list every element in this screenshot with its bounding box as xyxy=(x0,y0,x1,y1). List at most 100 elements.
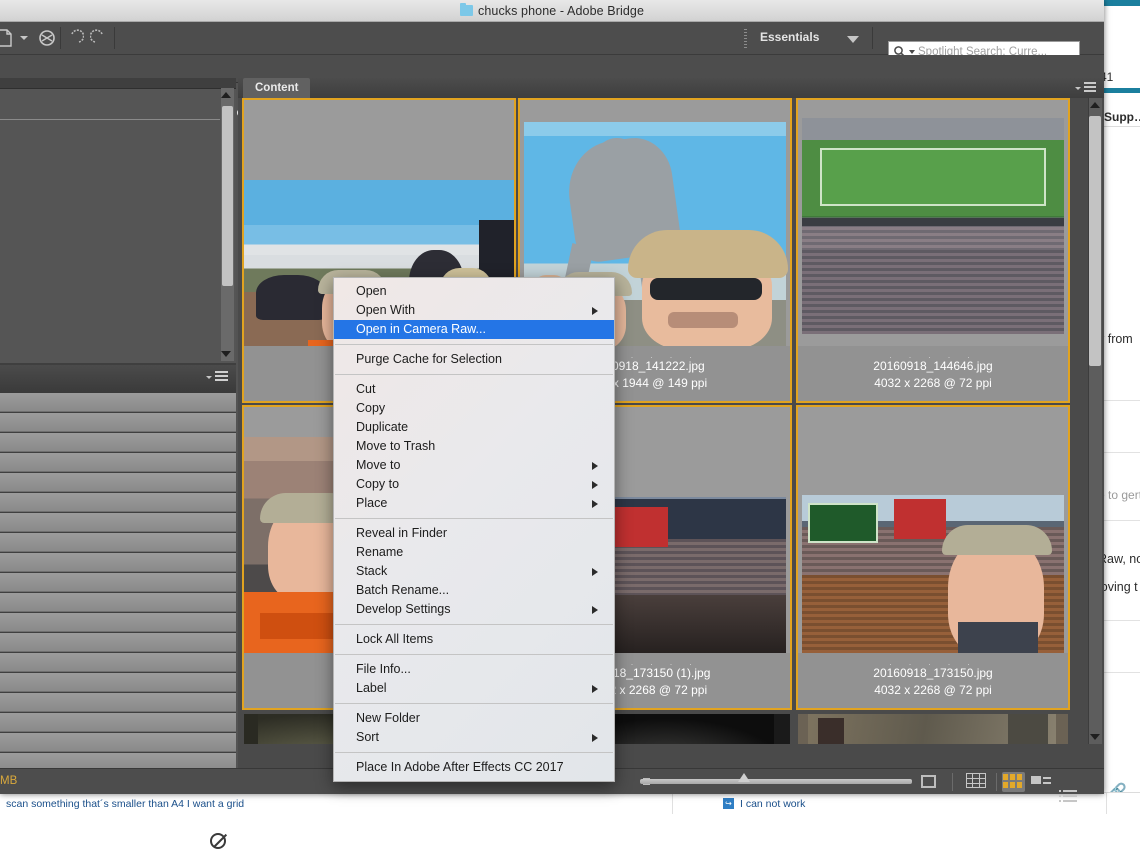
thumbnail-cell[interactable]: · · · · · 20160918_173150.jpg 4032 x 226… xyxy=(796,405,1070,710)
new-document-caret-icon[interactable] xyxy=(20,36,28,40)
submenu-arrow-icon xyxy=(592,307,598,315)
scroll-down-arrow-icon[interactable] xyxy=(1089,731,1100,743)
menu-item-label: Cut xyxy=(356,382,375,396)
menu-item-move-to-trash[interactable]: Move to Trash xyxy=(334,437,614,456)
menu-item-label: Rename xyxy=(356,545,403,559)
menu-item-label[interactable]: Label xyxy=(334,679,614,698)
menu-item-new-folder[interactable]: New Folder xyxy=(334,709,614,728)
thumbnail-image xyxy=(798,407,1068,657)
metadata-row[interactable] xyxy=(0,473,236,492)
tab-content[interactable]: Content xyxy=(243,78,310,98)
menu-item-label: Open in Camera Raw... xyxy=(356,322,486,336)
submenu-arrow-icon xyxy=(592,568,598,576)
panel-menu-icon[interactable] xyxy=(1075,82,1096,94)
submenu-arrow-icon xyxy=(592,606,598,614)
scroll-up-arrow-icon[interactable] xyxy=(220,89,231,101)
details-view-icon[interactable] xyxy=(1031,774,1051,788)
metadata-row[interactable] xyxy=(0,653,236,672)
menu-item-reveal-in-finder[interactable]: Reveal in Finder xyxy=(334,524,614,543)
menu-item-place-in-adobe-after-effects-cc-2017[interactable]: Place In Adobe After Effects CC 2017 xyxy=(334,758,614,777)
menu-item-stack[interactable]: Stack xyxy=(334,562,614,581)
menu-item-label: Move to xyxy=(356,458,400,472)
menu-separator xyxy=(335,703,613,704)
panel-separator-line xyxy=(0,119,220,120)
menu-item-label: Copy xyxy=(356,401,385,415)
zoom-slider-handle[interactable] xyxy=(738,773,751,787)
metadata-row[interactable] xyxy=(0,493,236,512)
workspace-gripper[interactable] xyxy=(744,29,747,48)
metadata-row[interactable] xyxy=(0,733,236,752)
scroll-down-arrow-icon[interactable] xyxy=(220,348,231,360)
content-tabstrip: Content xyxy=(238,78,1104,98)
menu-item-move-to[interactable]: Move to xyxy=(334,456,614,475)
toolbar-divider-2 xyxy=(114,27,115,49)
metadata-row[interactable] xyxy=(0,613,236,632)
menu-item-label: Batch Rename... xyxy=(356,583,449,597)
menu-item-batch-rename[interactable]: Batch Rename... xyxy=(334,581,614,600)
menu-item-open-with[interactable]: Open With xyxy=(334,301,614,320)
undo-icon[interactable] xyxy=(66,29,84,52)
forum-link-1[interactable]: I can not work xyxy=(740,798,805,810)
window-title: chucks phone - Adobe Bridge xyxy=(478,4,644,18)
menu-item-place[interactable]: Place xyxy=(334,494,614,513)
panel-menu-icon[interactable] xyxy=(206,371,228,383)
menu-item-duplicate[interactable]: Duplicate xyxy=(334,418,614,437)
menu-separator xyxy=(335,374,613,375)
thumbnail-cell[interactable] xyxy=(796,712,1070,744)
grid-view-icon[interactable] xyxy=(966,773,988,791)
menu-item-label: New Folder xyxy=(356,711,420,725)
rating-dots[interactable]: · · · · · xyxy=(798,349,1068,366)
chevron-down-icon[interactable] xyxy=(847,36,859,43)
menu-item-label: Purge Cache for Selection xyxy=(356,352,502,366)
search-scope-caret-icon[interactable] xyxy=(909,50,915,54)
menu-item-open-in-camera-raw[interactable]: Open in Camera Raw... xyxy=(334,320,614,339)
redo-icon[interactable] xyxy=(90,29,108,52)
metadata-row[interactable] xyxy=(0,573,236,592)
menu-item-cut[interactable]: Cut xyxy=(334,380,614,399)
rating-dots[interactable]: · · · · · xyxy=(798,656,1068,673)
context-menu[interactable]: Open Open With Open in Camera Raw... Purge … xyxy=(333,277,615,782)
metadata-row[interactable] xyxy=(0,713,236,732)
favorites-folders-panel[interactable] xyxy=(0,88,236,363)
left-panel-scroll-thumb[interactable] xyxy=(222,106,233,286)
menu-item-copy[interactable]: Copy xyxy=(334,399,614,418)
status-size-label: MB xyxy=(0,775,17,787)
menu-item-develop-settings[interactable]: Develop Settings xyxy=(334,600,614,619)
menu-item-copy-to[interactable]: Copy to xyxy=(334,475,614,494)
refresh-icon[interactable] xyxy=(38,29,56,52)
thumbnail-cell[interactable]: · · · · · 20160918_144646.jpg 4032 x 226… xyxy=(796,98,1070,403)
menu-item-lock-all-items[interactable]: Lock All Items xyxy=(334,630,614,649)
thumbnail-view-icon[interactable] xyxy=(1002,772,1025,792)
metadata-row[interactable] xyxy=(0,633,236,652)
metadata-row[interactable] xyxy=(0,553,236,572)
thumbnail-dimensions: 4032 x 2268 @ 72 ppi xyxy=(798,375,1068,392)
menu-item-purge-cache-for-selection[interactable]: Purge Cache for Selection xyxy=(334,350,614,369)
metadata-row[interactable] xyxy=(0,693,236,712)
content-scroll-thumb[interactable] xyxy=(1089,116,1101,366)
left-panel-divider xyxy=(0,365,236,393)
metadata-panel[interactable] xyxy=(0,393,236,823)
metadata-row[interactable] xyxy=(0,453,236,472)
metadata-row[interactable] xyxy=(0,413,236,432)
toolbar-divider-1 xyxy=(60,27,61,49)
zoom-slider[interactable] xyxy=(640,779,912,784)
workspace-essentials-label[interactable]: Essentials xyxy=(760,30,819,44)
large-thumbnail-icon[interactable] xyxy=(921,775,936,788)
menu-item-rename[interactable]: Rename xyxy=(334,543,614,562)
menu-item-label: Open With xyxy=(356,303,415,317)
metadata-row[interactable] xyxy=(0,673,236,692)
metadata-row[interactable] xyxy=(0,533,236,552)
submenu-arrow-icon xyxy=(592,500,598,508)
metadata-row[interactable] xyxy=(0,593,236,612)
new-document-icon[interactable] xyxy=(0,28,14,53)
thumbnail-image xyxy=(798,100,1068,350)
menu-item-sort[interactable]: Sort xyxy=(334,728,614,747)
metadata-row[interactable] xyxy=(0,433,236,452)
thumbnail-meta: · · · · · 20160918_144646.jpg 4032 x 226… xyxy=(798,346,1068,401)
scroll-up-arrow-icon[interactable] xyxy=(1089,99,1100,111)
metadata-row[interactable] xyxy=(0,393,236,412)
menu-item-file-info[interactable]: File Info... xyxy=(334,660,614,679)
list-view-icon[interactable] xyxy=(1059,788,1079,802)
metadata-row[interactable] xyxy=(0,513,236,532)
menu-item-open[interactable]: Open xyxy=(334,282,614,301)
